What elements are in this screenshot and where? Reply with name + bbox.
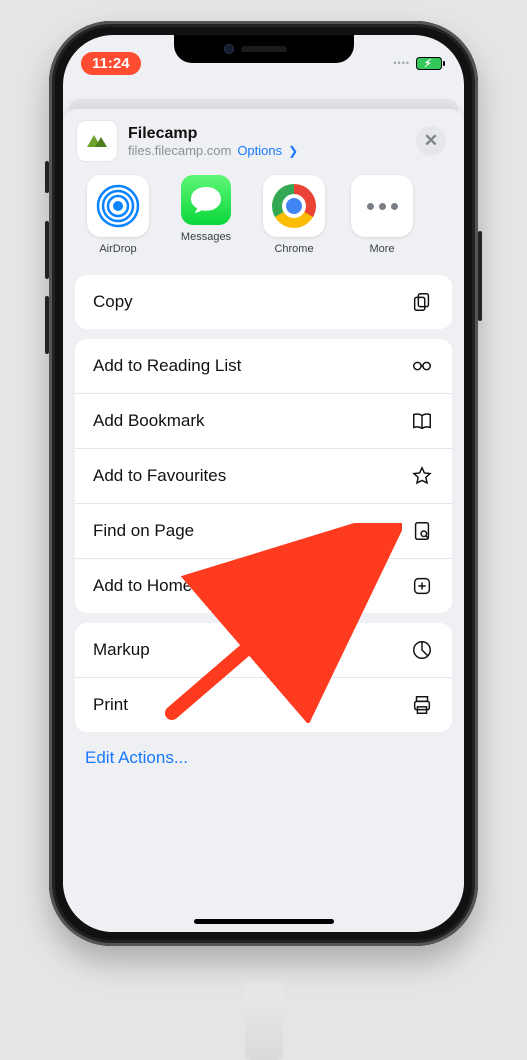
action-label: Add to Reading List bbox=[93, 356, 241, 376]
find-page-icon bbox=[410, 519, 434, 543]
chevron-right-icon: ❯ bbox=[288, 144, 298, 158]
action-label: Add to Home Screen bbox=[93, 576, 251, 596]
power-button bbox=[478, 231, 482, 321]
action-label: Add to Favourites bbox=[93, 466, 226, 486]
close-icon: ✕ bbox=[424, 131, 438, 151]
action-find-on-page[interactable]: Find on Page bbox=[75, 503, 452, 558]
screen: 11:24 •••• ⚡︎ Filecamp files.filecamp bbox=[63, 35, 464, 932]
charging-cable bbox=[245, 980, 283, 1060]
share-app-more[interactable]: More bbox=[347, 175, 417, 255]
share-app-label: Messages bbox=[181, 231, 231, 243]
camera-dot bbox=[224, 44, 234, 54]
action-label: Add Bookmark bbox=[93, 411, 205, 431]
notch bbox=[174, 35, 354, 63]
signal-dots-icon: •••• bbox=[393, 58, 410, 68]
messages-icon bbox=[189, 185, 223, 215]
action-label: Markup bbox=[93, 640, 150, 660]
printer-icon bbox=[410, 693, 434, 717]
site-title: Filecamp bbox=[128, 125, 405, 143]
action-copy[interactable]: Copy bbox=[75, 275, 452, 329]
action-markup[interactable]: Markup bbox=[75, 623, 452, 677]
star-icon bbox=[410, 464, 434, 488]
edit-actions-link[interactable]: Edit Actions... bbox=[63, 732, 464, 784]
action-group-1: Copy bbox=[75, 275, 452, 329]
markup-icon bbox=[410, 638, 434, 662]
share-app-label: More bbox=[369, 243, 394, 255]
share-app-row: AirDrop Messages C bbox=[63, 171, 464, 265]
close-button[interactable]: ✕ bbox=[416, 126, 446, 156]
volume-up bbox=[45, 221, 49, 279]
volume-down bbox=[45, 296, 49, 354]
sheet-header: Filecamp files.filecamp.com Options ❯ ✕ bbox=[63, 109, 464, 171]
add-square-icon bbox=[410, 574, 434, 598]
glasses-icon bbox=[410, 354, 434, 378]
site-domain: files.filecamp.com bbox=[128, 143, 231, 158]
phone-frame: 11:24 •••• ⚡︎ Filecamp files.filecamp bbox=[49, 21, 478, 946]
chrome-icon bbox=[272, 184, 316, 228]
action-label: Print bbox=[93, 695, 128, 715]
share-app-chrome[interactable]: Chrome bbox=[259, 175, 329, 255]
action-add-home-screen[interactable]: Add to Home Screen bbox=[75, 558, 452, 613]
action-group-2: Add to Reading List Add Bookmark Add to … bbox=[75, 339, 452, 613]
action-bookmark[interactable]: Add Bookmark bbox=[75, 393, 452, 448]
home-indicator[interactable] bbox=[194, 919, 334, 924]
battery-charging-icon: ⚡︎ bbox=[416, 57, 442, 70]
share-app-label: AirDrop bbox=[99, 243, 136, 255]
action-label: Find on Page bbox=[93, 521, 194, 541]
airdrop-icon bbox=[96, 184, 140, 228]
book-icon bbox=[410, 409, 434, 433]
filecamp-icon bbox=[85, 134, 109, 148]
status-time: 11:24 bbox=[81, 52, 141, 75]
more-icon bbox=[367, 203, 398, 210]
copy-icon bbox=[410, 290, 434, 314]
share-app-messages[interactable]: Messages bbox=[171, 175, 241, 255]
share-app-airdrop[interactable]: AirDrop bbox=[83, 175, 153, 255]
options-link[interactable]: Options bbox=[237, 143, 282, 158]
action-group-3: Markup Print bbox=[75, 623, 452, 732]
action-reading-list[interactable]: Add to Reading List bbox=[75, 339, 452, 393]
action-print[interactable]: Print bbox=[75, 677, 452, 732]
site-favicon bbox=[77, 121, 117, 161]
action-favourites[interactable]: Add to Favourites bbox=[75, 448, 452, 503]
action-label: Copy bbox=[93, 292, 133, 312]
share-app-label: Chrome bbox=[274, 243, 313, 255]
mute-switch bbox=[45, 161, 49, 193]
share-sheet: Filecamp files.filecamp.com Options ❯ ✕ bbox=[63, 109, 464, 932]
